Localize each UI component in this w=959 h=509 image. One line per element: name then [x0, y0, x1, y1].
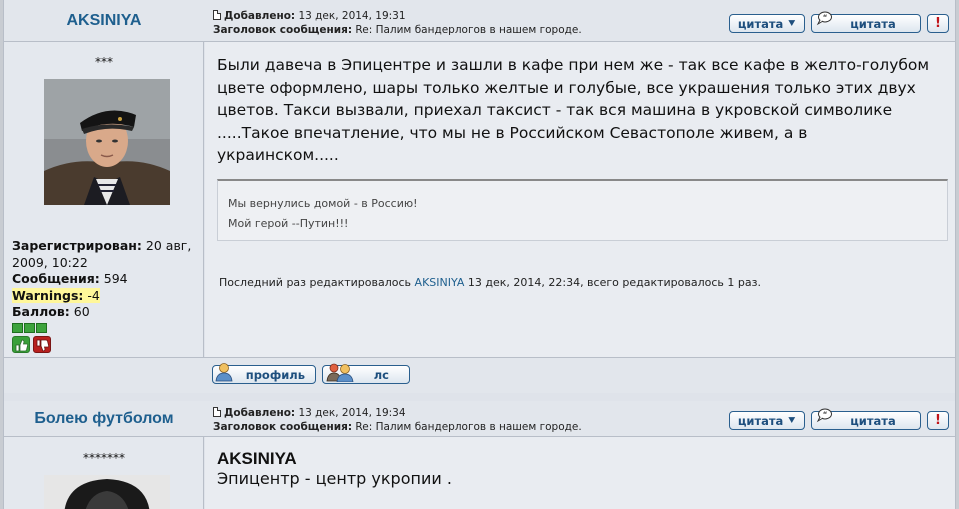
points-label: Баллов: [12, 304, 70, 319]
posts-count-label: Сообщения: [12, 271, 100, 286]
user-profile-info: Зарегистрирован: 20 авг, 2009, 10:22 Соо… [12, 238, 202, 353]
quote-button[interactable]: цитата ⯆ [729, 411, 805, 430]
added-date: 13 дек, 2014, 19:31 [298, 10, 406, 22]
subject-text: Re: Палим бандерлогов в нашем городе. [355, 24, 582, 36]
warnings-badge: Warnings: -4 [12, 287, 100, 303]
forum-thread: AKSINIYA Добавлено: 13 дек, 2014, 19:31 … [3, 0, 956, 509]
reputation-square [12, 322, 23, 333]
avatar[interactable] [44, 475, 170, 509]
svg-text:“: “ [823, 411, 828, 419]
multi-quote-label: цитата [850, 16, 896, 31]
vote-buttons [12, 335, 202, 353]
post-message: Были давеча в Эпицентре и зашли в кафе п… [217, 56, 930, 164]
post: AKSINIYA Добавлено: 13 дек, 2014, 19:31 … [4, 0, 955, 393]
subject-text: Re: Палим бандерлогов в нашем городе. [355, 421, 582, 433]
quoted-author: AKSINIYA [217, 449, 297, 468]
quote-button[interactable]: цитата ⯆ [729, 14, 805, 33]
avatar[interactable] [44, 79, 170, 205]
chevron-down-icon: ⯆ [787, 413, 797, 427]
signature: Мы вернулись домой - в Россию! Мой герой… [217, 179, 948, 241]
edit-notice-suffix: 13 дек, 2014, 22:34, всего редактировало… [467, 276, 761, 289]
multi-quote-button[interactable]: “ цитата [811, 408, 921, 430]
posts-count: 594 [103, 271, 128, 286]
avatar-image [44, 79, 170, 205]
subject-label: Заголовок сообщения: [213, 24, 353, 36]
speech-balloon-icon: “ [816, 11, 832, 26]
thumbs-down-icon[interactable] [33, 335, 51, 353]
edit-user-link[interactable]: AKSINIYA [415, 276, 465, 289]
signature-line: Мой герой --Путин!!! [228, 217, 349, 230]
document-icon[interactable] [213, 10, 221, 20]
post: Болею футболом Добавлено: 13 дек, 2014, … [4, 401, 955, 509]
post-meta: Добавлено: 13 дек, 2014, 19:34 Заголовок… [213, 406, 582, 434]
thumbs-up-icon[interactable] [12, 335, 30, 353]
edit-notice: Последний раз редактировалось AKSINIYA 1… [219, 276, 761, 289]
multi-quote-button[interactable]: “ цитата [811, 11, 921, 33]
reputation-square [24, 322, 35, 333]
profile-button[interactable]: профиль [212, 363, 316, 384]
post-message: AKSINIYA Эпицентр - центр укропии . [217, 449, 452, 489]
reputation-square [36, 322, 47, 333]
subject-label: Заголовок сообщения: [213, 421, 353, 433]
post-text: Эпицентр - центр укропии . [217, 469, 452, 488]
author-name[interactable]: Болею футболом [4, 410, 204, 428]
user-rank: *** [95, 55, 113, 69]
multi-quote-label: цитата [850, 413, 896, 428]
speech-balloon-icon: “ [816, 408, 832, 423]
document-icon[interactable] [213, 407, 221, 417]
post-actions: цитата ⯆ “ цитата ! [729, 11, 949, 33]
user-rank: ******* [83, 451, 125, 465]
post-meta: Добавлено: 13 дек, 2014, 19:31 Заголовок… [213, 9, 582, 37]
added-label: Добавлено: [224, 407, 296, 419]
user-icon [215, 363, 233, 382]
svg-text:“: “ [823, 14, 828, 22]
warnings-value: -4 [87, 287, 100, 303]
post-actions: цитата ⯆ “ цитата ! [729, 408, 949, 430]
author-name[interactable]: AKSINIYA [4, 12, 204, 30]
edit-notice-prefix: Последний раз редактировалось [219, 276, 412, 289]
post-footer: профиль лс [4, 357, 955, 393]
points-value: 60 [73, 304, 90, 319]
added-label: Добавлено: [224, 10, 296, 22]
signature-line: Мы вернулись домой - в Россию! [228, 197, 418, 210]
report-button[interactable]: ! [927, 14, 949, 33]
private-message-button[interactable]: лс [322, 363, 410, 384]
quote-button-label: цитата [737, 413, 784, 428]
users-icon [326, 363, 354, 382]
profile-button-label: профиль [245, 367, 305, 382]
footer-actions: профиль лс [212, 363, 410, 384]
quote-button-label: цитата [737, 16, 784, 31]
exclamation-icon: ! [935, 413, 941, 428]
pm-button-label: лс [373, 367, 389, 382]
report-button[interactable]: ! [927, 411, 949, 430]
chevron-down-icon: ⯆ [787, 16, 797, 30]
exclamation-icon: ! [935, 16, 941, 31]
added-date: 13 дек, 2014, 19:34 [298, 407, 406, 419]
registered-label: Зарегистрирован: [12, 238, 142, 253]
warnings-label: Warnings: [12, 287, 84, 303]
avatar-image [44, 475, 170, 509]
reputation-bar [12, 322, 202, 333]
